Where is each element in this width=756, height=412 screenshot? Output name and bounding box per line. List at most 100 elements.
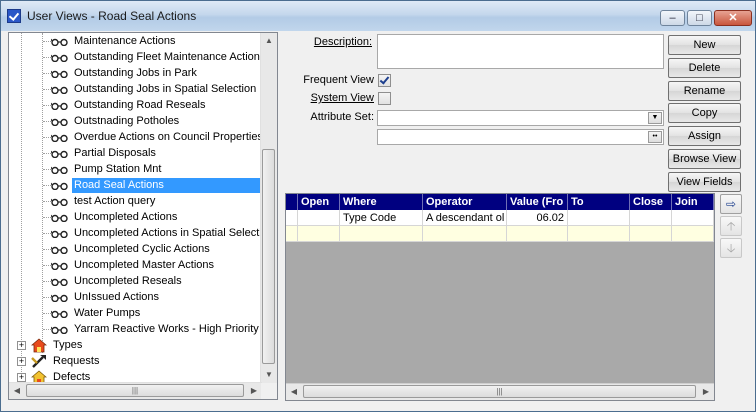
tree-item-label: Uncompleted Actions in Spatial Selection: [74, 227, 262, 239]
scroll-up-arrow-icon[interactable]: ▲: [261, 33, 277, 49]
new-row[interactable]: [286, 226, 714, 242]
scroll-left-arrow-icon[interactable]: ◀: [9, 383, 25, 399]
row-indicator[interactable]: [286, 210, 298, 226]
tree-horizontal-scrollbar[interactable]: ◀ ||| ▶: [9, 382, 262, 399]
rename-button[interactable]: Rename: [668, 81, 741, 101]
tree-connector: [43, 249, 51, 250]
tree-item-label: Yarram Reactive Works - High Priority: [74, 323, 259, 335]
tree-connector: [43, 313, 51, 314]
tree-item-label: Uncompleted Reseals: [74, 275, 182, 287]
tree-connector: [43, 217, 51, 218]
tree-item-label: Partial Disposals: [74, 147, 156, 159]
tree-item-label: Maintenance Actions: [74, 35, 176, 47]
system-view-checkbox[interactable]: [378, 92, 391, 105]
tree-connector: [43, 233, 51, 234]
title-bar[interactable]: User Views - Road Seal Actions – □ ✕: [1, 1, 755, 31]
tree-item-label: Road Seal Actions: [72, 178, 262, 193]
tree-item-label: Water Pumps: [74, 307, 141, 319]
scroll-right-arrow-icon[interactable]: ▶: [246, 383, 262, 399]
column-header[interactable]: Where: [340, 194, 423, 210]
dropdown-arrow-icon[interactable]: ▼: [648, 112, 662, 124]
tree-connector: [43, 137, 51, 138]
tree-item-label: Uncompleted Cyclic Actions: [74, 243, 210, 255]
table-cell[interactable]: [672, 210, 714, 226]
column-header[interactable]: Value (Fro: [507, 194, 568, 210]
tree-scroll-thumb[interactable]: [262, 149, 275, 364]
table-cell[interactable]: [507, 226, 568, 242]
tree-item-label: Overdue Actions on Council Properties: [74, 131, 262, 143]
criteria-grid[interactable]: Open Where Operator Value (Fro To Close Join T…: [285, 193, 715, 401]
close-button[interactable]: ✕: [714, 10, 752, 26]
window-title: User Views - Road Seal Actions: [27, 9, 197, 23]
expand-plus-icon[interactable]: +: [17, 357, 26, 366]
table-cell[interactable]: 06.02: [507, 210, 568, 226]
table-cell[interactable]: [630, 226, 672, 242]
column-header[interactable]: To: [568, 194, 630, 210]
tree-connector: [43, 169, 51, 170]
system-view-label: System View: [310, 92, 374, 104]
tree-item-label: Pump Station Mnt: [74, 163, 162, 175]
tree-hscroll-thumb[interactable]: |||: [26, 384, 244, 397]
tree-connector: [43, 265, 51, 266]
table-cell[interactable]: [298, 226, 340, 242]
minimize-button[interactable]: –: [660, 10, 685, 26]
table-cell[interactable]: [630, 210, 672, 226]
expand-plus-icon[interactable]: +: [17, 341, 26, 350]
tree-connector: [43, 153, 51, 154]
views-tree[interactable]: Maintenance Actions Outstanding Fleet Mai…: [8, 32, 278, 400]
copy-button[interactable]: Copy: [668, 103, 741, 123]
tree-branch-line: [42, 33, 43, 353]
app-check-icon: [7, 9, 21, 23]
tree-node-label: Types: [53, 339, 83, 351]
tree-connector: [43, 73, 51, 74]
table-row[interactable]: Type Code A descendant ol 06.02: [286, 210, 714, 226]
tree-connector: [43, 329, 51, 330]
description-input[interactable]: [377, 34, 664, 69]
row-indicator[interactable]: [286, 226, 298, 242]
expand-plus-icon[interactable]: +: [17, 373, 26, 382]
column-header[interactable]: Operator: [423, 194, 507, 210]
tree-connector: [43, 201, 51, 202]
tree-item-label: Outstanding Road Reseals: [74, 99, 206, 111]
tree-connector: [43, 185, 51, 186]
tree-connector: [43, 89, 51, 90]
column-header[interactable]: Open: [298, 194, 340, 210]
table-cell[interactable]: A descendant ol: [423, 210, 507, 226]
delete-button[interactable]: Delete: [668, 58, 741, 78]
new-button[interactable]: New: [668, 35, 741, 55]
tree-vertical-scrollbar[interactable]: ▲ ▼: [260, 33, 277, 383]
tree-item-label: Uncompleted Master Actions: [74, 259, 215, 271]
move-up-icon[interactable]: 🡡: [720, 216, 742, 236]
attribute-set-lookup[interactable]: ••: [377, 129, 664, 145]
grid-hscroll-thumb[interactable]: |||: [303, 385, 696, 398]
browse-view-button[interactable]: Browse View: [668, 149, 741, 169]
table-cell[interactable]: Type Code: [340, 210, 423, 226]
scroll-corner: [261, 383, 277, 399]
maximize-button[interactable]: □: [687, 10, 712, 26]
table-cell[interactable]: [568, 226, 630, 242]
ellipsis-icon[interactable]: ••: [648, 131, 662, 143]
table-cell[interactable]: [340, 226, 423, 242]
scroll-down-arrow-icon[interactable]: ▼: [261, 367, 277, 383]
tree-root-line: [21, 33, 22, 378]
frequent-view-label: Frequent View: [303, 74, 374, 86]
grid-scroll-left-arrow-icon[interactable]: ◀: [286, 384, 302, 400]
frequent-view-checkbox[interactable]: [378, 74, 391, 87]
view-fields-button[interactable]: View Fields: [668, 172, 741, 192]
tree-connector: [43, 41, 51, 42]
tree-connector: [43, 297, 51, 298]
move-down-icon[interactable]: 🡣: [720, 238, 742, 258]
attribute-set-label: Attribute Set:: [310, 111, 374, 123]
grid-scroll-right-arrow-icon[interactable]: ▶: [698, 384, 714, 400]
insert-row-icon[interactable]: ⇨: [720, 194, 742, 214]
grid-horizontal-scrollbar[interactable]: ◀ ||| ▶: [286, 383, 714, 400]
assign-button[interactable]: Assign: [668, 126, 741, 146]
table-cell[interactable]: [568, 210, 630, 226]
attribute-set-select[interactable]: ▼: [377, 110, 664, 126]
column-header[interactable]: Join: [672, 194, 714, 210]
table-cell[interactable]: [298, 210, 340, 226]
table-cell[interactable]: [672, 226, 714, 242]
table-cell[interactable]: [423, 226, 507, 242]
column-header[interactable]: Close: [630, 194, 672, 210]
tree-node-label: Requests: [53, 355, 100, 367]
